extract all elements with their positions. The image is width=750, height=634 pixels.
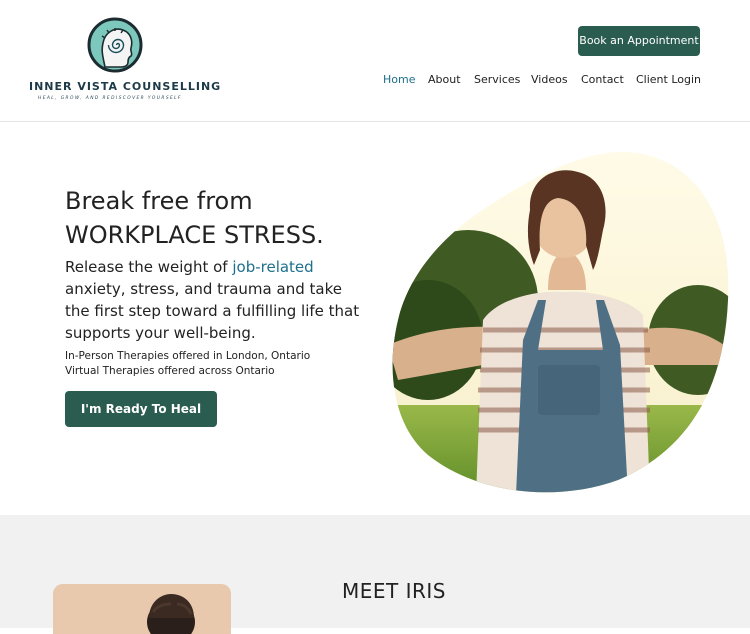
nav-videos[interactable]: Videos [531, 73, 568, 86]
nav-services[interactable]: Services [474, 73, 520, 86]
hero-image [388, 150, 730, 495]
brand-tagline: HEAL, GROW, AND REDISCOVER YOURSELF [38, 96, 182, 101]
hero-body-pre: Release the weight of [65, 258, 233, 276]
nav-about[interactable]: About [428, 73, 461, 86]
ready-to-heal-button[interactable]: I'm Ready To Heal [65, 391, 217, 427]
hero-title: Break free from WORKPLACE STRESS. [65, 184, 324, 252]
nav-client-login[interactable]: Client Login [636, 73, 701, 86]
about-section: MEET IRIS [0, 515, 750, 634]
head-spiral-icon[interactable] [87, 17, 143, 73]
hero-title-line2: WORKPLACE STRESS. [65, 221, 324, 249]
hero-title-line1: Break free from [65, 187, 253, 215]
book-appointment-button[interactable]: Book an Appointment [578, 26, 700, 56]
virtual-note: Virtual Therapies offered across Ontario [65, 365, 275, 377]
in-person-note: In-Person Therapies offered in London, O… [65, 350, 311, 362]
hero-description: Release the weight of job-related anxiet… [65, 256, 365, 344]
hero-body-highlight: job-related [232, 258, 314, 276]
meet-iris-heading: MEET IRIS [342, 579, 446, 603]
nav-home[interactable]: Home [383, 73, 415, 86]
brand-name[interactable]: INNER VISTA COUNSELLING [29, 80, 221, 93]
therapy-availability: In-Person Therapies offered in London, O… [65, 349, 310, 379]
therapist-photo [53, 584, 231, 634]
nav-contact[interactable]: Contact [581, 73, 624, 86]
hero-body-post: anxiety, stress, and trauma and take the… [65, 280, 360, 342]
site-header: INNER VISTA COUNSELLING HEAL, GROW, AND … [0, 0, 750, 122]
